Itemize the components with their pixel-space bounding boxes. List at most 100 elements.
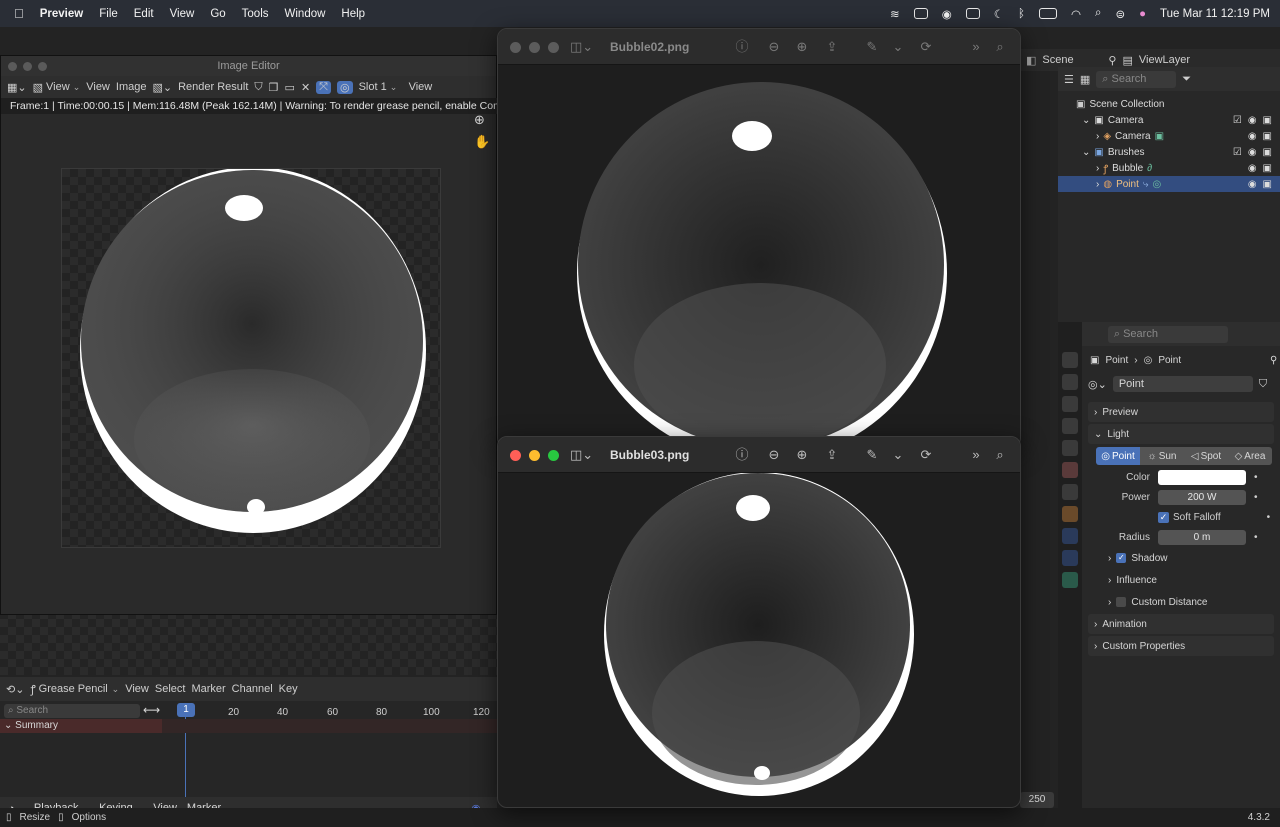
- info-icon[interactable]: ⓘ: [734, 447, 750, 463]
- rotate-icon[interactable]: ⟳: [918, 447, 934, 463]
- checkbox-checked-icon[interactable]: ✓: [1116, 553, 1127, 563]
- checkbox-empty-icon[interactable]: [1116, 597, 1127, 607]
- current-frame-indicator[interactable]: 1: [177, 703, 195, 717]
- subsection-custom-distance[interactable]: › Custom Distance: [1102, 592, 1274, 612]
- summary-channel[interactable]: ⌄ Summary: [0, 719, 162, 733]
- chevron-down-icon[interactable]: ⌄: [890, 39, 906, 55]
- render-result-image[interactable]: [61, 167, 441, 548]
- minimize-button[interactable]: [529, 450, 540, 461]
- shield-icon[interactable]: ⛉: [254, 81, 262, 94]
- light-type-spot[interactable]: ◁ Spot: [1184, 447, 1228, 465]
- outliner-row-point[interactable]: › ◍ Point ⤷ ◎ ◉ ▣: [1058, 176, 1280, 192]
- screen-share-icon[interactable]: [913, 8, 928, 19]
- light-type-area[interactable]: ◇ Area: [1228, 447, 1272, 465]
- overlay-icon[interactable]: ◎: [336, 80, 353, 94]
- minimize-button[interactable]: [529, 42, 540, 53]
- share-icon[interactable]: ⇪: [824, 447, 840, 463]
- fake-user-shield-icon[interactable]: ⛉: [1259, 378, 1267, 391]
- menu-go[interactable]: Go: [202, 8, 233, 20]
- end-frame-field[interactable]: 250: [1020, 792, 1054, 808]
- menubar-clock[interactable]: Tue Mar 11 12:19 PM: [1160, 8, 1270, 20]
- light-data-icon[interactable]: ◎⌄: [1088, 378, 1107, 391]
- editor-type-icon[interactable]: ▦⌄: [7, 81, 27, 94]
- chevron-down-icon[interactable]: ⌄: [1082, 147, 1090, 158]
- menu-view[interactable]: View: [86, 81, 110, 93]
- camera-render-icon[interactable]: ▣: [1263, 131, 1272, 142]
- light-type-sun[interactable]: ☼ Sun: [1140, 447, 1184, 465]
- zoom-icon[interactable]: ⊕: [474, 112, 485, 128]
- display-icon[interactable]: [965, 8, 980, 19]
- pin-icon[interactable]: ⚲: [1108, 54, 1116, 67]
- image-name[interactable]: Render Result: [178, 81, 248, 93]
- sidebar-toggle-icon[interactable]: ◫⌄: [570, 39, 593, 55]
- stage-manager-icon[interactable]: ≋: [890, 7, 900, 21]
- control-center-icon[interactable]: ⊜: [1115, 7, 1125, 21]
- chevron-right-icon[interactable]: ›: [1096, 131, 1099, 142]
- filter-icon[interactable]: ⏷: [1182, 73, 1191, 86]
- checkbox-checked-icon[interactable]: ✓: [1158, 511, 1169, 523]
- chevron-right-icon[interactable]: ›: [1096, 179, 1099, 190]
- zoom-in-icon[interactable]: ⊕: [794, 39, 810, 55]
- markup-pen-icon[interactable]: ✎: [864, 447, 880, 463]
- datablock-name[interactable]: Point: [1112, 376, 1253, 392]
- menu-image[interactable]: Image: [116, 81, 147, 93]
- section-light[interactable]: ⌄ Light: [1088, 424, 1274, 444]
- menu-tools[interactable]: Tools: [234, 8, 277, 20]
- keyframe-dot-icon[interactable]: •: [1267, 512, 1271, 523]
- menu-window[interactable]: Window: [277, 8, 334, 20]
- section-custom-properties[interactable]: › Custom Properties: [1088, 636, 1274, 656]
- eye-icon[interactable]: ◉: [1248, 115, 1257, 126]
- creative-cloud-icon[interactable]: ◉: [942, 7, 952, 21]
- properties-search[interactable]: ⌕ Search: [1107, 325, 1228, 343]
- eye-icon[interactable]: ◉: [1248, 179, 1257, 190]
- camera-render-icon[interactable]: ▣: [1263, 179, 1272, 190]
- view-layer-selector[interactable]: View: [409, 81, 433, 93]
- uv-sync-icon[interactable]: ⤧: [316, 80, 331, 94]
- zoom-button[interactable]: [38, 62, 47, 71]
- markup-pen-icon[interactable]: ✎: [864, 39, 880, 55]
- power-input[interactable]: 200 W: [1158, 489, 1246, 505]
- folder-icon[interactable]: ▭: [285, 81, 295, 94]
- light-type-point[interactable]: ◎ Point: [1096, 447, 1140, 465]
- view-layer-name[interactable]: ViewLayer: [1139, 54, 1190, 66]
- scene-name[interactable]: Scene: [1042, 54, 1102, 66]
- color-swatch[interactable]: [1158, 469, 1246, 485]
- duplicate-icon[interactable]: ❐: [269, 81, 279, 94]
- checkbox-icon[interactable]: ☑: [1233, 147, 1242, 158]
- menu-view[interactable]: View: [162, 8, 203, 20]
- menu-select[interactable]: Select: [155, 683, 186, 695]
- display-mode-icon[interactable]: ▦: [1080, 73, 1090, 86]
- outliner-row-brushes[interactable]: ⌄ ▣ Brushes ☑ ◉ ▣: [1058, 144, 1280, 160]
- battery-icon[interactable]: [1038, 8, 1057, 19]
- eye-icon[interactable]: ◉: [1248, 163, 1257, 174]
- menu-file[interactable]: File: [91, 8, 126, 20]
- datablock-selector[interactable]: ◎⌄ Point ⛉: [1088, 376, 1267, 392]
- zoom-button[interactable]: [548, 42, 559, 53]
- outliner-row-camera-collection[interactable]: ⌄ ▣ Camera ☑ ◉ ▣: [1058, 112, 1280, 128]
- bubble02-image[interactable]: [498, 65, 1021, 448]
- section-preview[interactable]: › Preview: [1088, 402, 1274, 422]
- zoom-in-icon[interactable]: ⊕: [794, 447, 810, 463]
- menu-channel[interactable]: Channel: [232, 683, 273, 695]
- menu-view[interactable]: View: [125, 683, 149, 695]
- checkbox-icon[interactable]: ☑: [1233, 115, 1242, 126]
- share-icon[interactable]: ⇪: [824, 39, 840, 55]
- search-icon[interactable]: ⌕: [992, 39, 1008, 55]
- focus-moon-icon[interactable]: ☾: [994, 7, 1004, 21]
- channel-search[interactable]: ⌕ Search: [4, 704, 140, 718]
- keyframe-dot-icon[interactable]: •: [1254, 472, 1258, 483]
- bluetooth-icon[interactable]: ᛒ: [1018, 8, 1025, 20]
- tool-tab-icon[interactable]: [1062, 352, 1078, 368]
- wifi-icon[interactable]: ◠: [1071, 7, 1081, 21]
- search-icon[interactable]: ⌕: [992, 447, 1008, 463]
- bubble03-image[interactable]: [498, 472, 1021, 808]
- info-icon[interactable]: ⓘ: [734, 39, 750, 55]
- image-browse-icon[interactable]: ▧⌄: [152, 81, 172, 94]
- chevron-down-icon[interactable]: ⌄: [1082, 115, 1090, 126]
- camera-render-icon[interactable]: ▣: [1263, 147, 1272, 158]
- subsection-shadow[interactable]: › ✓ Shadow: [1102, 548, 1274, 568]
- close-button[interactable]: [510, 42, 521, 53]
- close-icon[interactable]: ✕: [301, 81, 310, 94]
- more-toolbar-icon[interactable]: »: [968, 447, 984, 463]
- zoom-out-icon[interactable]: ⊖: [766, 447, 782, 463]
